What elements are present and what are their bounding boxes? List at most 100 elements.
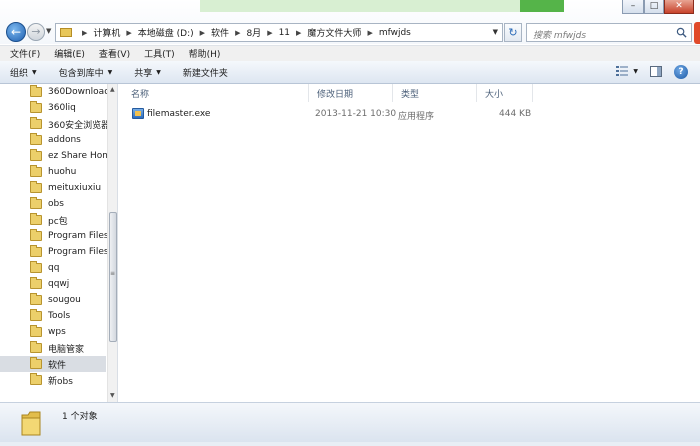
tree-item[interactable]: 360liq xyxy=(30,100,108,116)
folder-icon xyxy=(30,213,42,225)
tree-item-label: wps xyxy=(48,327,66,337)
chevron-right-icon[interactable]: ▶ xyxy=(235,29,240,37)
forward-button[interactable]: → xyxy=(27,23,45,41)
breadcrumb-item[interactable]: 11 xyxy=(279,28,290,38)
include-library-button[interactable]: 包含到库中 ▼ xyxy=(59,66,113,79)
breadcrumb-item[interactable]: 本地磁盘 (D:) xyxy=(138,26,194,39)
tree-item[interactable]: 电脑管家 xyxy=(30,340,108,356)
tree-item[interactable]: 360Downloads xyxy=(30,84,108,100)
file-row[interactable]: filemaster.exe 2013-11-21 10:30 应用程序 444… xyxy=(127,106,547,122)
background-green-button xyxy=(520,0,564,12)
tree-item[interactable]: 新obs xyxy=(30,372,108,388)
address-bar[interactable]: ▶ 计算机 ▶ 本地磁盘 (D:) ▶ 软件 ▶ 8月 ▶ 11 ▶ 魔方文件大… xyxy=(55,23,503,42)
file-size: 444 KB xyxy=(499,109,532,119)
menu-bar: 文件(F) 编辑(E) 查看(V) 工具(T) 帮助(H) xyxy=(0,45,700,61)
arrow-left-icon: ← xyxy=(10,25,22,39)
tree-item[interactable]: qq xyxy=(30,260,108,276)
folder-icon xyxy=(30,165,42,177)
tree-item[interactable]: Program Files xyxy=(30,228,108,244)
breadcrumb-item[interactable]: 魔方文件大师 xyxy=(307,26,361,39)
refresh-icon: ↻ xyxy=(508,26,518,39)
menu-tools[interactable]: 工具(T) xyxy=(144,47,175,60)
folder-icon xyxy=(21,411,41,436)
organize-button[interactable]: 组织 ▼ xyxy=(10,66,37,79)
column-header-modified[interactable]: 修改日期 xyxy=(309,84,393,102)
file-list: 名称 修改日期 类型 大小 filemaster.exe 2013-11-21 … xyxy=(119,84,700,402)
share-button[interactable]: 共享 ▼ xyxy=(134,66,161,79)
tree-item-label: 软件 xyxy=(48,360,67,371)
tree-item-label: huohu xyxy=(48,167,77,177)
tree-item-label: obs xyxy=(48,199,64,209)
column-header-type[interactable]: 类型 xyxy=(393,84,477,102)
folder-icon xyxy=(30,197,42,209)
new-folder-button[interactable]: 新建文件夹 xyxy=(183,66,228,79)
scroll-up-icon[interactable]: ▲ xyxy=(110,86,115,93)
tree-item[interactable]: meituxiuxiu xyxy=(30,180,108,196)
side-handle xyxy=(694,22,700,44)
chevron-down-icon: ▼ xyxy=(107,68,113,76)
scroll-down-icon[interactable]: ▼ xyxy=(110,392,115,399)
grip-icon: ≡ xyxy=(110,270,116,277)
folder-icon xyxy=(30,373,42,385)
search-input[interactable]: 搜索 mfwjds xyxy=(526,23,692,42)
preview-pane-button[interactable] xyxy=(650,66,662,77)
tree-item[interactable]: qqwj xyxy=(30,276,108,292)
tree-item-label: meituxiuxiu xyxy=(48,183,102,193)
share-label: 共享 xyxy=(134,68,153,79)
tree-item[interactable]: ez Share Hom xyxy=(30,148,108,164)
scrollbar-thumb[interactable] xyxy=(109,212,117,342)
folder-icon xyxy=(30,229,42,241)
maximize-button[interactable]: □ xyxy=(644,0,664,14)
folder-icon xyxy=(30,85,42,97)
folder-icon xyxy=(30,325,42,337)
tree-item[interactable]: 360安全浏览器 xyxy=(30,116,108,132)
breadcrumb: ▶ 计算机 ▶ 本地磁盘 (D:) ▶ 软件 ▶ 8月 ▶ 11 ▶ 魔方文件大… xyxy=(76,26,411,40)
tree-item[interactable]: obs xyxy=(30,196,108,212)
search-icon[interactable] xyxy=(676,27,687,38)
navigation-pane: 360Downloads 360liq 360安全浏览器 addons ez S… xyxy=(0,84,118,402)
view-details-icon xyxy=(616,66,629,76)
tree-item[interactable]: pc包 xyxy=(30,212,108,228)
chevron-right-icon[interactable]: ▶ xyxy=(126,29,131,37)
menu-edit[interactable]: 编辑(E) xyxy=(54,47,85,60)
breadcrumb-item[interactable]: 8月 xyxy=(246,26,261,39)
tree-item-selected[interactable]: 软件 xyxy=(0,356,106,372)
tree-item[interactable]: wps xyxy=(30,324,108,340)
include-library-label: 包含到库中 xyxy=(58,68,104,79)
chevron-right-icon[interactable]: ▶ xyxy=(296,29,301,37)
help-icon[interactable]: ? xyxy=(674,65,688,79)
chevron-down-icon[interactable]: ▼ xyxy=(493,28,498,36)
new-folder-label: 新建文件夹 xyxy=(182,68,228,79)
tree-item-label: 360安全浏览器 xyxy=(48,120,108,131)
chevron-right-icon[interactable]: ▶ xyxy=(267,29,272,37)
chevron-right-icon[interactable]: ▶ xyxy=(82,29,87,37)
menu-file[interactable]: 文件(F) xyxy=(10,47,40,60)
tree-item[interactable]: huohu xyxy=(30,164,108,180)
breadcrumb-item[interactable]: mfwjds xyxy=(379,28,411,38)
recent-pages-dropdown[interactable]: ▼ xyxy=(46,27,51,35)
chevron-right-icon[interactable]: ▶ xyxy=(200,29,205,37)
back-button[interactable]: ← xyxy=(6,22,26,42)
tree-item[interactable]: Program Files xyxy=(30,244,108,260)
menu-help[interactable]: 帮助(H) xyxy=(189,47,221,60)
change-view-button[interactable]: ▼ xyxy=(615,65,638,77)
folder-icon xyxy=(30,341,42,353)
column-header-size[interactable]: 大小 xyxy=(477,84,533,102)
folder-icon xyxy=(30,149,42,161)
application-icon xyxy=(132,108,144,119)
breadcrumb-item[interactable]: 软件 xyxy=(211,26,229,39)
tree-item[interactable]: Tools xyxy=(30,308,108,324)
search-placeholder: 搜索 mfwjds xyxy=(533,31,587,41)
menu-view[interactable]: 查看(V) xyxy=(99,47,130,60)
minimize-button[interactable]: – xyxy=(622,0,644,14)
column-header-label: 类型 xyxy=(401,89,420,100)
tree-item-label: ez Share Hom xyxy=(48,151,108,161)
breadcrumb-item[interactable]: 计算机 xyxy=(93,26,120,39)
nav-scrollbar[interactable]: ▲ ≡ ▼ xyxy=(107,84,117,402)
close-button[interactable]: ✕ xyxy=(664,0,694,14)
tree-item[interactable]: addons xyxy=(30,132,108,148)
chevron-right-icon[interactable]: ▶ xyxy=(367,29,372,37)
refresh-button[interactable]: ↻ xyxy=(504,23,522,42)
column-header-name[interactable]: 名称 xyxy=(123,84,309,102)
tree-item[interactable]: sougou xyxy=(30,292,108,308)
